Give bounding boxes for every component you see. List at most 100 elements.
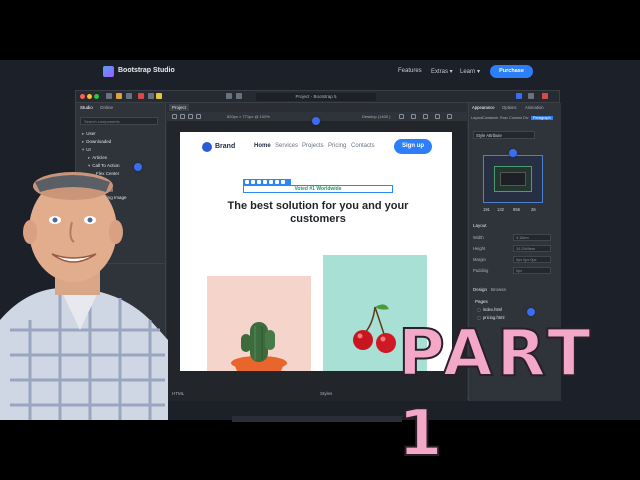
tree-item-articles[interactable]: ▸ Articles [88, 155, 107, 161]
height-field[interactable]: 10.2949em [513, 245, 551, 252]
part-overlay-title: PART 1 [397, 316, 595, 472]
star-icon[interactable] [156, 93, 162, 99]
publish-icon[interactable] [542, 93, 548, 99]
copy-icon[interactable] [275, 180, 279, 184]
phone-icon[interactable] [435, 114, 440, 119]
laptop-icon[interactable] [411, 114, 416, 119]
tree-item-user[interactable]: ▸ User [82, 131, 96, 137]
tab-studio[interactable]: Studio [80, 105, 93, 110]
page-nav-contacts[interactable]: Contacts [351, 143, 375, 149]
add-icon[interactable] [251, 180, 255, 184]
cursor-marker [312, 117, 320, 125]
grid-icon[interactable] [180, 114, 185, 119]
width-label: Width [473, 235, 484, 240]
subtab-paragraph[interactable]: Paragraph [531, 116, 553, 120]
maximize-window-icon[interactable] [94, 94, 99, 99]
height-label: Height [473, 246, 486, 251]
delete-icon[interactable] [281, 180, 285, 184]
presenter-icon [0, 172, 168, 420]
site-logo-text: Bootstrap Studio [118, 67, 175, 74]
components-search-input[interactable]: Search components [80, 117, 158, 125]
style-attribute-select[interactable]: Style Attribute [473, 131, 535, 139]
fullscreen-icon[interactable] [447, 114, 452, 119]
box-model-padding[interactable] [494, 166, 532, 192]
device-width-label[interactable]: Desktop (1400 ) [362, 114, 390, 119]
bootstrap-studio-logo-icon [103, 66, 114, 77]
tablet-icon[interactable] [423, 114, 428, 119]
edit-icon[interactable] [257, 180, 261, 184]
chevron-down-icon: ▾ [82, 147, 85, 152]
subtab-layout[interactable]: Layout [471, 116, 482, 120]
chevron-right-icon: ▸ [82, 139, 85, 144]
redo-icon[interactable] [236, 93, 242, 99]
subtab-column[interactable]: Column [509, 116, 522, 120]
video-frame: Bootstrap Studio Features Extras ▾ Learn… [0, 0, 640, 480]
desktop-icon[interactable] [399, 114, 404, 119]
tab-project[interactable]: Project [169, 104, 190, 111]
box-model-content [500, 172, 526, 186]
page-nav-projects[interactable]: Projects [302, 143, 324, 149]
new-file-icon[interactable] [106, 93, 112, 99]
padding-field[interactable]: 0px [513, 267, 551, 274]
tree-item-downloaded[interactable]: ▸ Downloaded [82, 139, 111, 145]
canvas-size-label[interactable]: 820px × 771px @ 100% [227, 114, 270, 119]
box-value[interactable]: 132 [497, 207, 504, 212]
brand-name[interactable]: Brand [215, 142, 235, 152]
minimize-window-icon[interactable] [87, 94, 92, 99]
margin-field[interactable]: 0px 0px 0px [513, 256, 551, 263]
preview-icon[interactable] [516, 93, 522, 99]
chevron-right-icon: ▸ [82, 131, 85, 136]
box-value[interactable]: 191 [483, 207, 490, 212]
nav-learn[interactable]: Learn ▾ [460, 68, 480, 75]
page-nav-pricing[interactable]: Pricing [328, 143, 346, 149]
tree-item-call-to-action[interactable]: ▾ Call To Action [88, 163, 119, 169]
scroll-bar[interactable] [232, 416, 402, 422]
close-window-icon[interactable] [80, 94, 85, 99]
open-folder-icon[interactable] [116, 93, 122, 99]
tab-styles[interactable]: Styles [320, 391, 332, 396]
nav-extras[interactable]: Extras ▾ [431, 68, 453, 75]
page-nav-home[interactable]: Home [254, 143, 271, 149]
chevron-down-icon: ▾ [88, 163, 91, 168]
move-icon[interactable] [245, 180, 249, 184]
window-title: Project - Bootstrap 5 [256, 93, 376, 101]
box-value[interactable]: 26 [531, 207, 536, 212]
box-value[interactable]: 856 [513, 207, 520, 212]
purchase-button[interactable]: Purchase [490, 65, 533, 78]
tab-design[interactable]: Design [473, 287, 487, 292]
duplicate-icon[interactable] [269, 180, 273, 184]
pointer-icon[interactable] [188, 114, 193, 119]
page-nav-services[interactable]: Services [275, 143, 298, 149]
link-icon[interactable] [263, 180, 267, 184]
subtab-container[interactable]: Container [482, 116, 498, 120]
nav-features[interactable]: Features [398, 68, 422, 74]
tab-appearance[interactable]: Appearance [472, 105, 495, 110]
tab-options[interactable]: Options [502, 105, 516, 110]
undo-icon[interactable] [226, 93, 232, 99]
subtab-row[interactable]: Row [500, 116, 508, 120]
box-model-editor[interactable] [483, 155, 543, 203]
subtab-div[interactable]: Div [523, 116, 528, 120]
save-icon[interactable] [126, 93, 132, 99]
brand-logo-icon [202, 142, 212, 152]
cactus-icon [231, 322, 287, 371]
chevron-right-icon: ▸ [88, 155, 91, 160]
tab-html[interactable]: HTML [172, 391, 184, 396]
tab-online[interactable]: Online [100, 105, 113, 110]
signup-button[interactable]: Sign up [394, 139, 432, 154]
tree-item-ui[interactable]: ▾ UI [82, 147, 91, 153]
badge-text[interactable]: Voted #1 Worldwide [243, 185, 393, 193]
record-icon[interactable] [138, 93, 144, 99]
layout-heading[interactable]: Layout [473, 223, 487, 228]
pages-heading[interactable]: Pages [475, 299, 488, 304]
zoom-icon[interactable] [172, 114, 177, 119]
presenter-photo [0, 170, 168, 420]
hero-headline[interactable]: The best solution for you and your custo… [220, 200, 416, 226]
file-index[interactable]: index.html [477, 307, 502, 312]
tab-browse[interactable]: Browse [491, 287, 506, 292]
settings-icon[interactable] [148, 93, 154, 99]
tab-animation[interactable]: Animation [525, 105, 544, 110]
refresh-icon[interactable] [196, 114, 201, 119]
width-field[interactable]: 4.15em [513, 234, 551, 241]
export-icon[interactable] [528, 93, 534, 99]
